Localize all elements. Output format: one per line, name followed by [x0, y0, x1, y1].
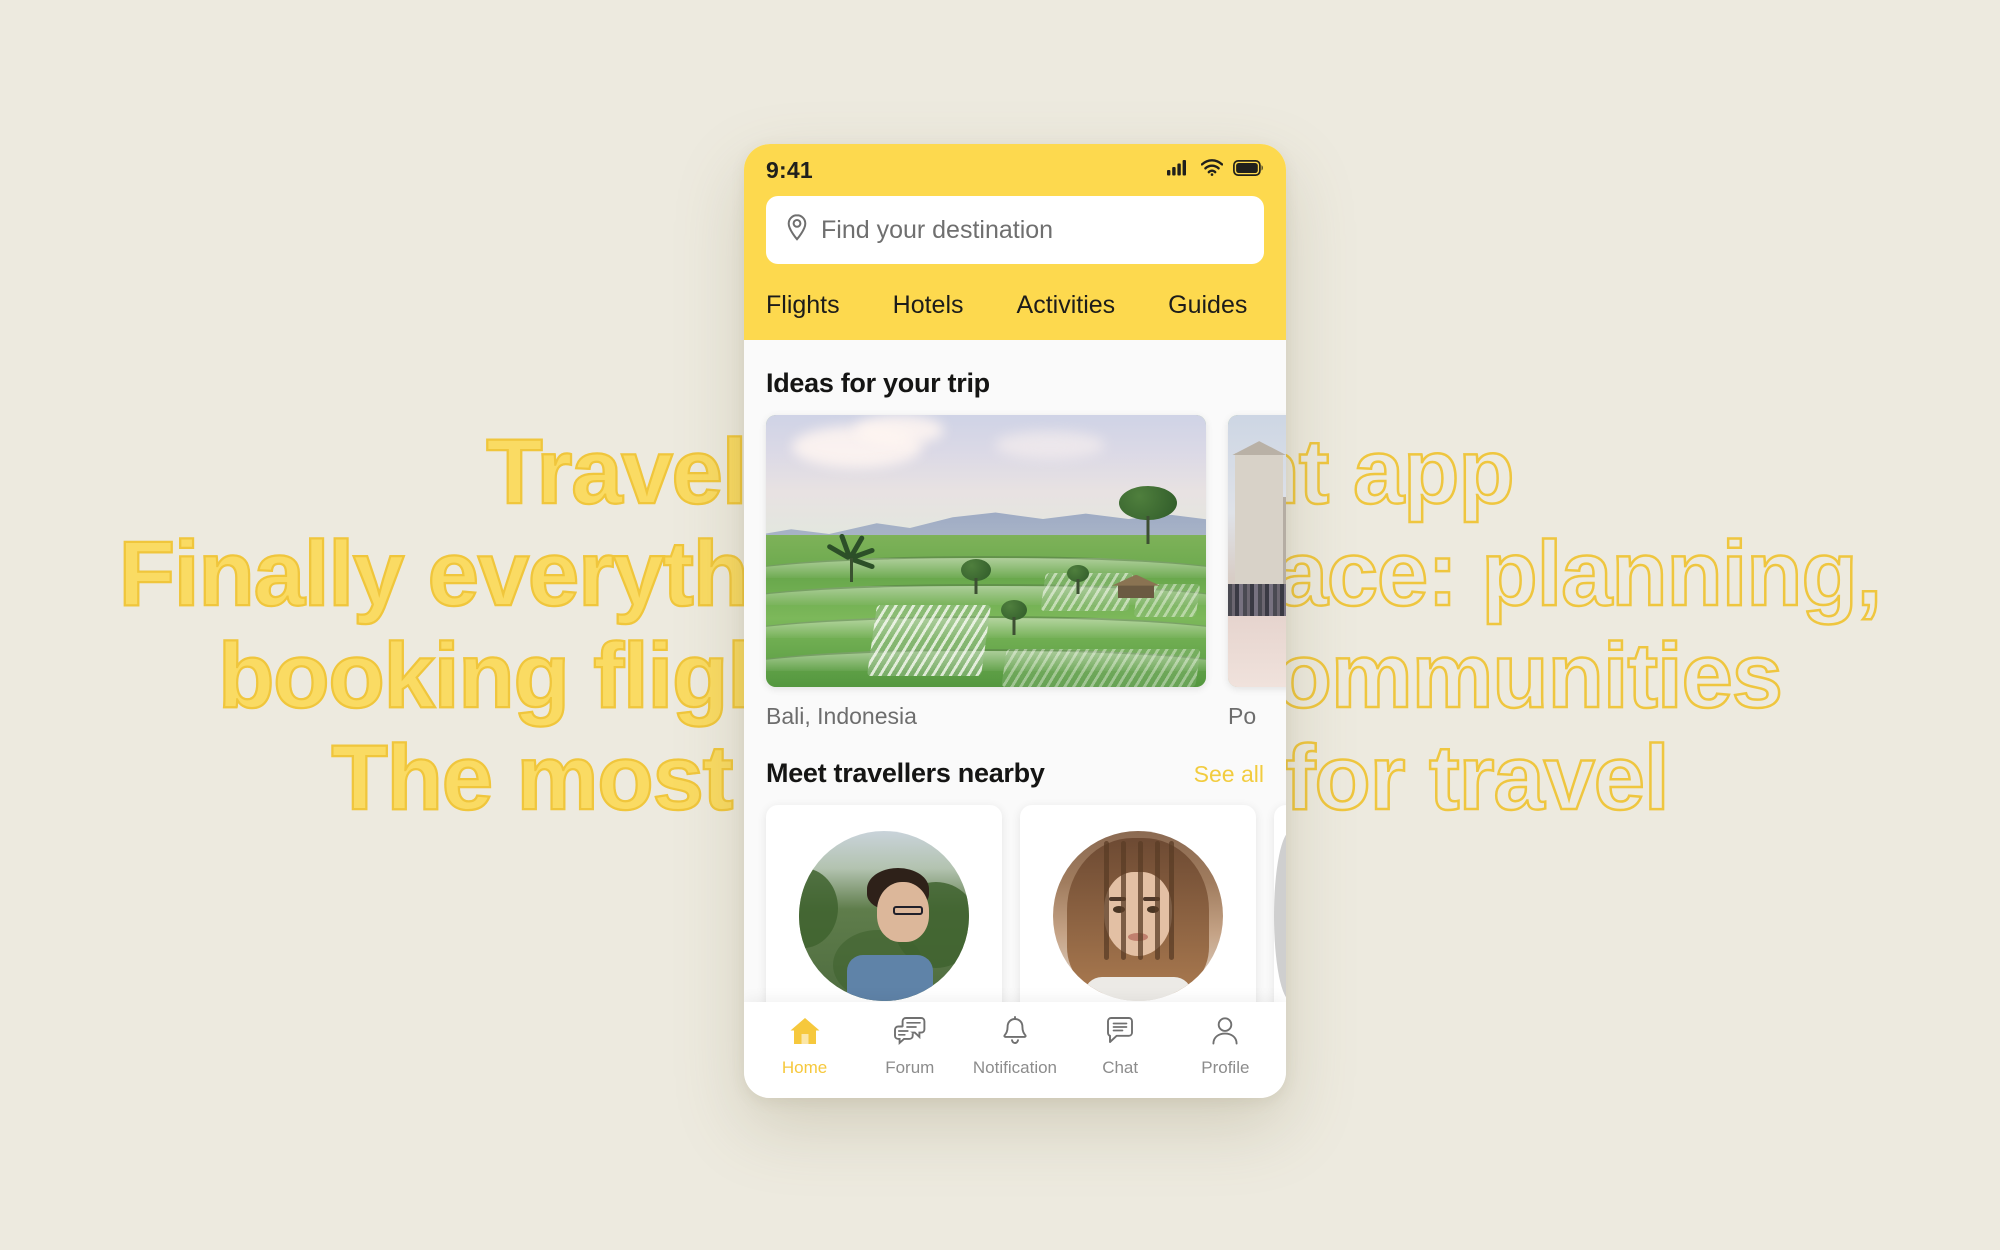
nav-label-profile: Profile: [1201, 1058, 1250, 1077]
idea-card-image-bali: [766, 415, 1206, 687]
bottom-navigation: Home Forum Notification Chat Profile: [744, 1002, 1286, 1098]
search-placeholder: Find your destination: [821, 215, 1054, 244]
nav-item-home[interactable]: Home: [757, 1016, 853, 1078]
signal-icon: [1167, 159, 1191, 181]
tab-hotels[interactable]: Hotels: [893, 291, 964, 320]
map-pin-icon: [786, 214, 808, 246]
profile-icon: [1211, 1016, 1239, 1051]
travellers-section-title: Meet travellers nearby: [766, 758, 1045, 788]
traveller-avatar-1: [799, 831, 969, 1001]
idea-card-image-porto: [1228, 415, 1286, 687]
tab-guides[interactable]: Guides: [1168, 291, 1247, 320]
tab-activities[interactable]: Activities: [1017, 291, 1116, 320]
idea-card-caption-bali: Bali, Indonesia: [766, 703, 917, 729]
battery-icon: [1233, 159, 1264, 181]
porto-illustration: [1228, 415, 1286, 687]
phone-content: Ideas for your trip Bali, Indonesia Po M…: [744, 340, 1286, 1002]
traveller-card-3[interactable]: [1274, 805, 1286, 1002]
status-bar: 9:41: [766, 144, 1264, 196]
phone-mockup: 9:41 Find your destination Flights Hotel…: [744, 144, 1286, 1098]
travellers-section-header: Meet travellers nearby See all: [766, 730, 1264, 805]
idea-card-bali[interactable]: Bali, Indonesia: [766, 415, 1206, 730]
status-icons: [1167, 159, 1264, 181]
see-all-link[interactable]: See all: [1194, 761, 1264, 788]
idea-card-caption-porto: Po: [1228, 703, 1257, 729]
traveller-avatar-2: [1053, 831, 1223, 1001]
search-input[interactable]: Find your destination: [766, 196, 1264, 264]
phone-header: 9:41 Find your destination Flights Hotel…: [744, 144, 1286, 340]
category-tabs: Flights Hotels Activities Guides: [766, 264, 1264, 340]
status-time: 9:41: [766, 156, 813, 183]
rice-terrace-illustration: [766, 415, 1206, 687]
forum-icon: [893, 1016, 927, 1051]
nav-item-chat[interactable]: Chat: [1072, 1016, 1168, 1078]
nav-item-notification[interactable]: Notification: [967, 1016, 1063, 1078]
ideas-section-title: Ideas for your trip: [766, 368, 990, 398]
nav-label-forum: Forum: [885, 1058, 935, 1077]
nav-item-profile[interactable]: Profile: [1177, 1016, 1273, 1078]
ideas-section-header: Ideas for your trip: [766, 340, 1264, 415]
nav-label-notification: Notification: [972, 1058, 1058, 1077]
ideas-carousel[interactable]: Bali, Indonesia Po: [766, 415, 1286, 730]
wifi-icon: [1200, 159, 1224, 181]
nav-item-forum[interactable]: Forum: [862, 1016, 958, 1078]
travellers-carousel[interactable]: [766, 805, 1286, 1002]
tab-flights[interactable]: Flights: [766, 291, 840, 320]
chat-icon: [1105, 1016, 1135, 1051]
nav-label-chat: Chat: [1102, 1058, 1139, 1077]
traveller-card-1[interactable]: [766, 805, 1002, 1002]
traveller-card-2[interactable]: [1020, 805, 1256, 1002]
traveller-avatar-3: [1274, 831, 1286, 1001]
idea-card-porto[interactable]: Po: [1228, 415, 1286, 730]
bell-icon: [1001, 1016, 1029, 1051]
nav-label-home: Home: [781, 1058, 828, 1077]
home-icon: [789, 1016, 821, 1051]
